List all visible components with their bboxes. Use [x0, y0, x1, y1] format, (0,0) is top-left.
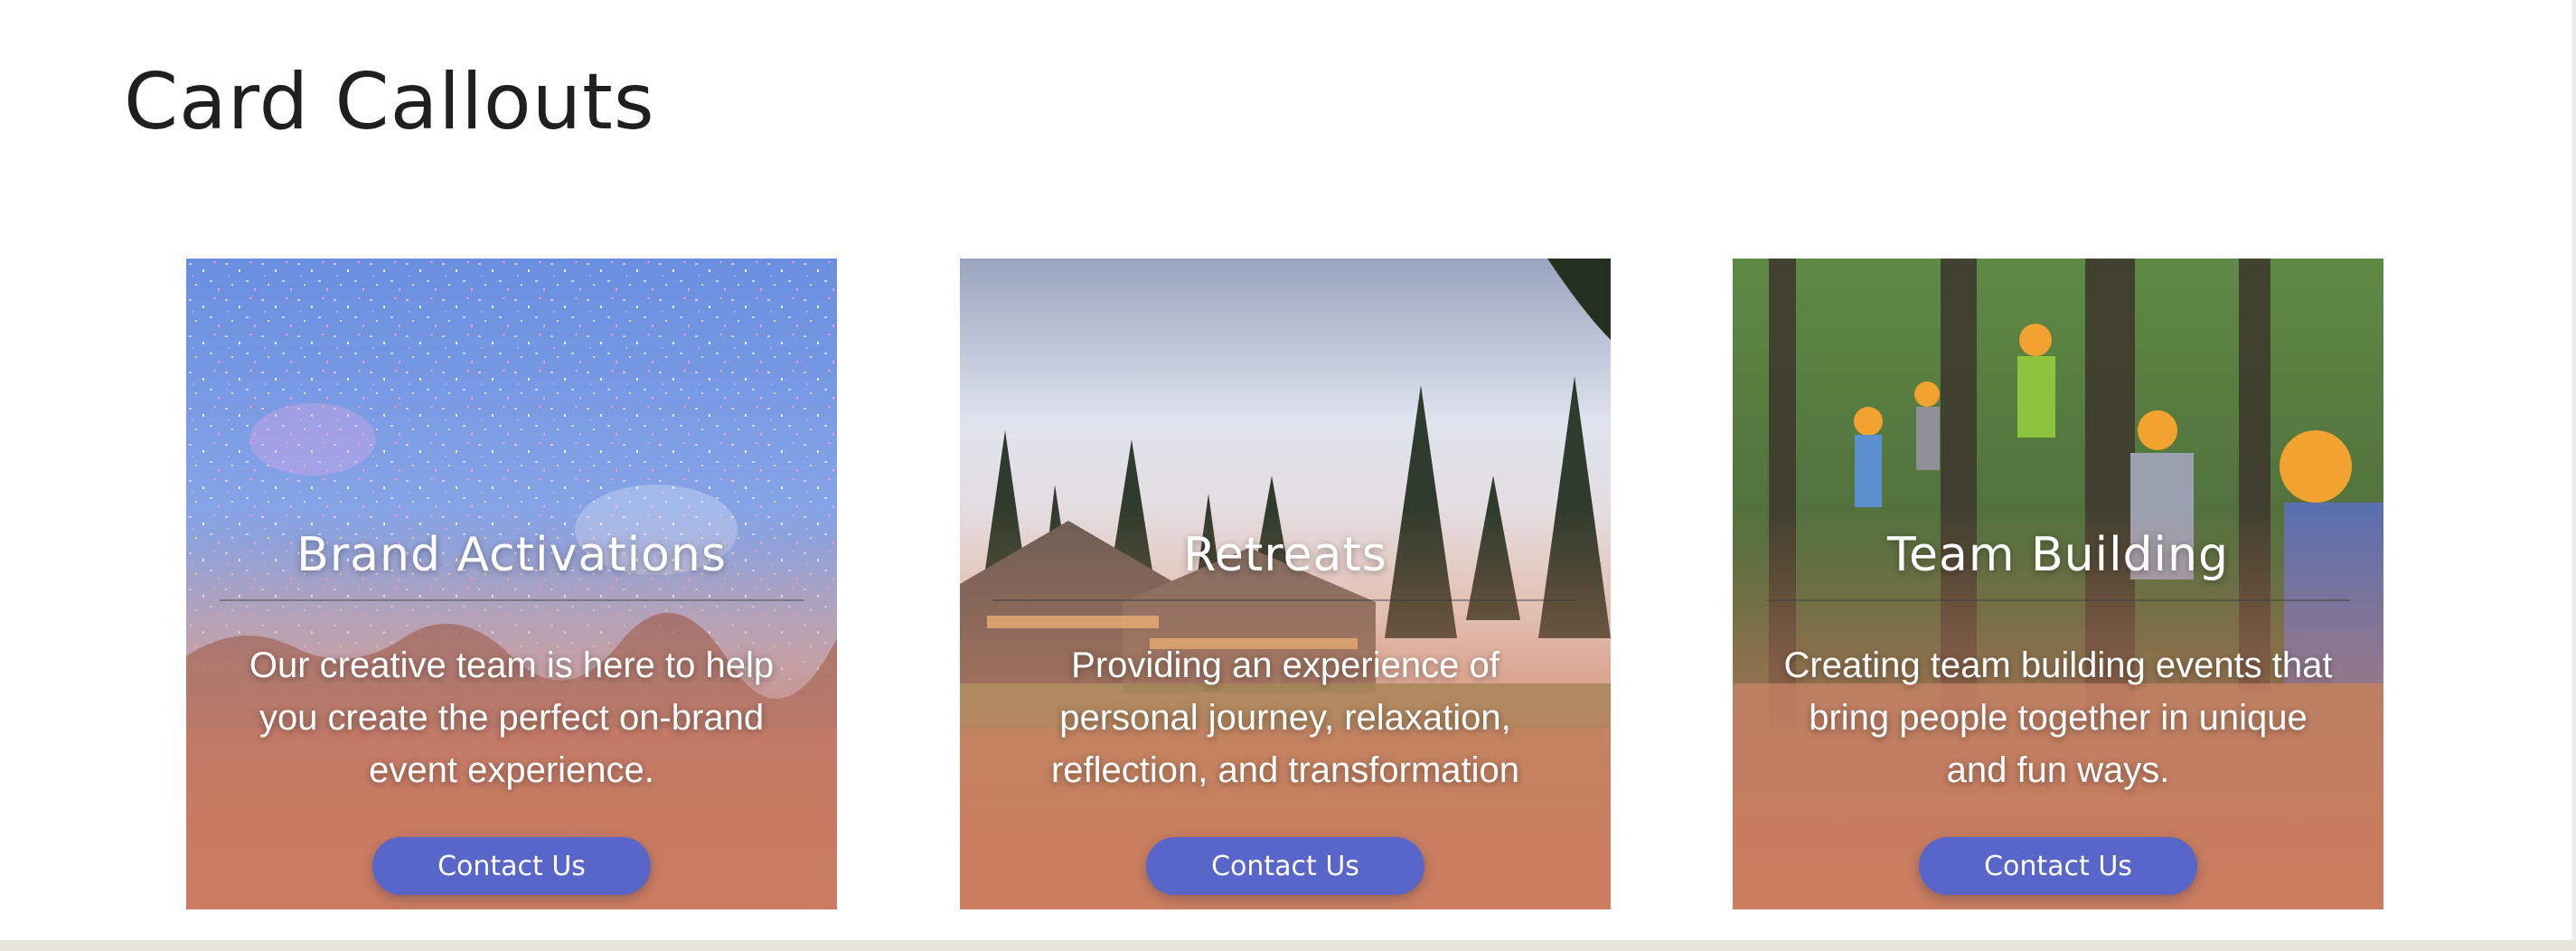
contact-us-button[interactable]: Contact Us	[1146, 837, 1424, 895]
card-description: Our creative team is here to help you cr…	[249, 645, 775, 791]
card-team-building: Team Building Creating team building eve…	[1733, 259, 2383, 909]
card-grid: Brand Activations Our creative team is h…	[0, 259, 2576, 909]
card-divider	[993, 599, 1577, 602]
footer-strip	[0, 940, 2576, 951]
card-brand-activations: Brand Activations Our creative team is h…	[186, 259, 837, 909]
card-title: Retreats	[1183, 528, 1387, 582]
contact-us-button[interactable]: Contact Us	[1919, 837, 2197, 895]
contact-us-button[interactable]: Contact Us	[372, 837, 651, 895]
card-title: Team Building	[1887, 528, 2229, 582]
card-divider	[1766, 599, 2350, 602]
card-description: Providing an experience of personal jour…	[1050, 645, 1520, 791]
card-divider	[220, 599, 804, 602]
card-title: Brand Activations	[296, 528, 727, 582]
scrollbar[interactable]	[2572, 0, 2576, 940]
card-description: Creating team building events that bring…	[1783, 645, 2333, 791]
page-title: Card Callouts	[124, 57, 655, 147]
card-retreats: Retreats Providing an experience of pers…	[960, 259, 1611, 909]
